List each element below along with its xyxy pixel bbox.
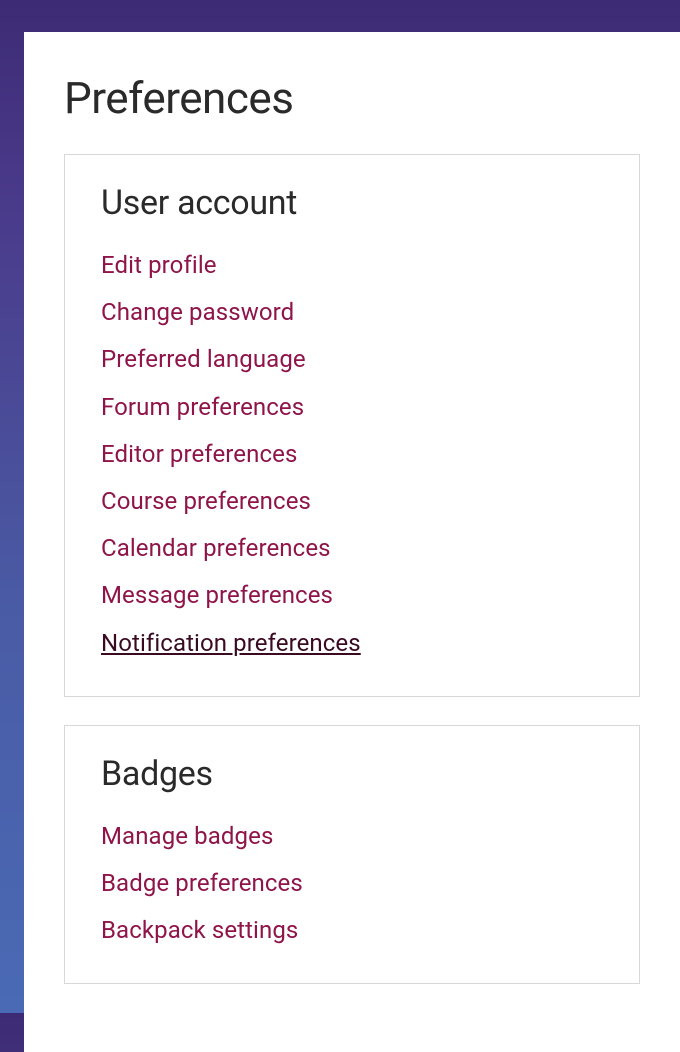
content-panel: Preferences User account Edit profile Ch… [24, 32, 680, 1052]
user-account-title: User account [101, 183, 603, 223]
badges-title: Badges [101, 754, 603, 794]
user-account-card: User account Edit profile Change passwor… [64, 154, 640, 697]
calendar-preferences-link[interactable]: Calendar preferences [101, 530, 603, 567]
badges-links: Manage badges Badge preferences Backpack… [101, 818, 603, 950]
badge-preferences-link[interactable]: Badge preferences [101, 865, 603, 902]
forum-preferences-link[interactable]: Forum preferences [101, 389, 603, 426]
user-account-links: Edit profile Change password Preferred l… [101, 247, 603, 662]
badges-card: Badges Manage badges Badge preferences B… [64, 725, 640, 985]
edit-profile-link[interactable]: Edit profile [101, 247, 603, 284]
page-title: Preferences [64, 72, 640, 124]
editor-preferences-link[interactable]: Editor preferences [101, 436, 603, 473]
change-password-link[interactable]: Change password [101, 294, 603, 331]
message-preferences-link[interactable]: Message preferences [101, 577, 603, 614]
preferred-language-link[interactable]: Preferred language [101, 341, 603, 378]
top-bar [0, 0, 680, 8]
manage-badges-link[interactable]: Manage badges [101, 818, 603, 855]
notification-preferences-link[interactable]: Notification preferences [101, 625, 603, 662]
backpack-settings-link[interactable]: Backpack settings [101, 912, 603, 949]
course-preferences-link[interactable]: Course preferences [101, 483, 603, 520]
